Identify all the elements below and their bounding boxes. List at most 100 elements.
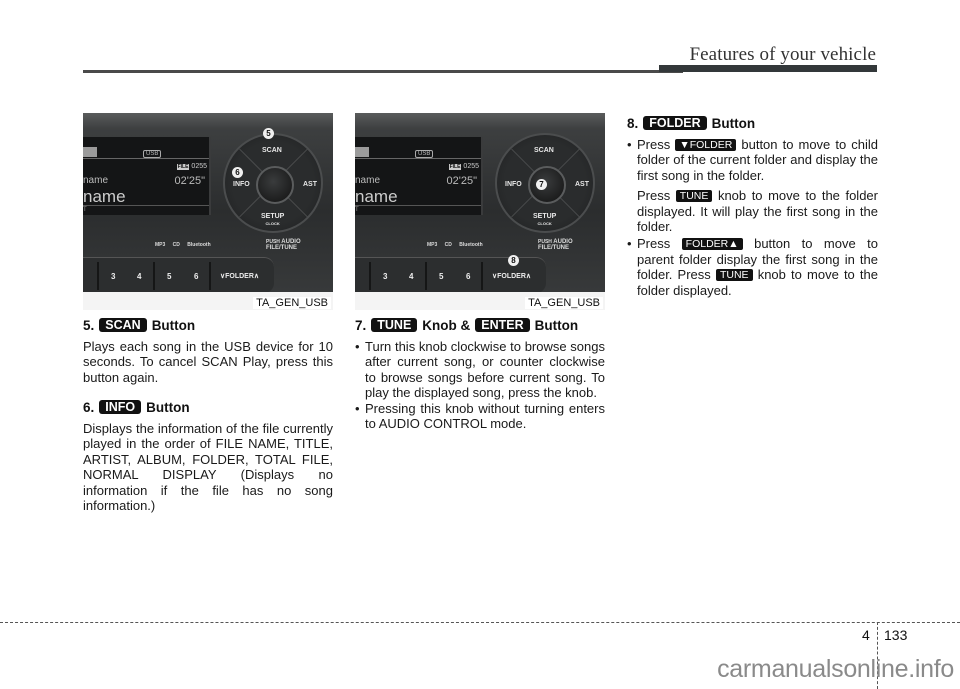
clock-text: CLOCK [537, 221, 552, 226]
bluetooth-logo: Bluetooth [459, 242, 483, 248]
preset-4: 4 [409, 272, 414, 281]
section-number: 7. [355, 318, 367, 333]
bullet-item: Press FOLDER▲ button to move to parent f… [627, 236, 878, 298]
heading-suffix: Button [151, 318, 196, 333]
format-logos: MP3 CD Bluetooth [427, 242, 489, 248]
bullet-item: Pressing this knob without turning enter… [355, 401, 605, 432]
text: Press [637, 236, 671, 252]
display-line-2: name [83, 187, 126, 206]
radio-display: USB FILE 0255 name 02'25" name T [83, 137, 211, 215]
callout-5: 5 [263, 128, 274, 139]
preset-4: 4 [137, 272, 142, 281]
folder-tag: FOLDER [643, 116, 707, 130]
display-time: 02'25" [446, 175, 477, 187]
heading-suffix: Button [534, 318, 579, 333]
bullet-continuation: Press TUNE knob to move to the folder di… [627, 188, 878, 234]
chapter-number: 4 [862, 627, 870, 643]
text: Press [637, 137, 671, 152]
section-7-body: Turn this knob clockwise to browse songs… [355, 339, 605, 431]
format-logos: MP3 CD Bluetooth [155, 242, 217, 248]
section-6-heading: 6. INFO Button [83, 400, 190, 415]
folder-button-label: ∨FOLDER∧ [220, 273, 260, 280]
file-number: 0255 [191, 163, 207, 170]
display-usb-badge: USB [415, 150, 434, 158]
section-number: 8. [627, 116, 639, 131]
tune-knob [256, 166, 294, 204]
file-badge: FILE [176, 164, 190, 170]
preset-5: 5 [167, 272, 172, 281]
setup-text: SETUP [533, 213, 557, 220]
display-divider [355, 158, 481, 159]
header-rule [83, 70, 683, 73]
info-tag: INFO [99, 400, 142, 414]
mp3-logo: MP3 [155, 242, 166, 248]
setup-label: SETUP CLOCK [533, 213, 556, 227]
clock-text: CLOCK [265, 221, 280, 226]
folder-down-tag: ▼FOLDER [675, 139, 737, 151]
display-time: 02'25" [174, 175, 205, 187]
preset-button-row: 3 4 5 6 ∨FOLDER∧ [83, 257, 274, 293]
section-5-body: Plays each song in the USB device for 10… [83, 339, 333, 385]
file-tune-text: FILE/TUNE [266, 245, 297, 251]
button-divider [153, 262, 155, 290]
radio-figure-2: USB FILE 0255 name 02'25" name T SCAN INF… [355, 113, 605, 310]
text: button to move to child folder of the cu… [637, 137, 878, 183]
info-label: INFO [505, 181, 522, 188]
button-divider [481, 262, 483, 290]
file-number: 0255 [463, 163, 479, 170]
preset-3: 3 [383, 272, 388, 281]
radio-display: USB FILE 0255 name 02'25" name T [355, 137, 483, 215]
display-line-1: name [355, 175, 381, 186]
display-tab [355, 147, 369, 157]
display-divider [83, 205, 209, 206]
setup-text: SETUP [261, 213, 285, 220]
radio-figure-1: USB FILE 0255 name 02'25" name T SCAN INF… [83, 113, 333, 310]
watermark: carmanualsonline.info [717, 655, 954, 683]
folder-up-tag: FOLDER▲ [681, 238, 743, 251]
preset-3: 3 [111, 272, 116, 281]
button-divider [425, 262, 427, 290]
display-divider [83, 158, 209, 159]
bullet-item: Press ▼FOLDER button to move to child fo… [627, 137, 878, 183]
display-file-number: FILE 0255 [448, 163, 479, 170]
control-ring: SCAN INFO AST SETUP CLOCK [223, 133, 323, 233]
preset-6: 6 [194, 272, 199, 281]
file-badge: FILE [448, 164, 462, 170]
tune-tag: TUNE [371, 318, 418, 332]
section-number: 5. [83, 318, 95, 333]
cd-logo: CD [172, 242, 180, 248]
button-divider [97, 262, 99, 290]
display-line-3: T [83, 207, 87, 213]
text: knob to move to the folder displayed. It… [637, 188, 878, 235]
button-divider [209, 262, 211, 290]
scan-label: SCAN [534, 147, 554, 154]
ast-label: AST [303, 181, 317, 188]
display-file-number: FILE 0255 [176, 163, 207, 170]
preset-5: 5 [439, 272, 444, 281]
display-line-2: name [355, 187, 398, 206]
tune-tag-small: TUNE [675, 190, 713, 203]
header-accent-bar [659, 65, 877, 72]
push-audio-label: PUSH AUDIO FILE/TUNE [266, 239, 301, 251]
text: Press [637, 188, 671, 204]
folder-button-label: ∨FOLDER∧ [492, 273, 532, 280]
heading-middle: Knob & [422, 318, 471, 333]
section-8-body: Press ▼FOLDER button to move to child fo… [627, 137, 878, 298]
bluetooth-logo: Bluetooth [187, 242, 211, 248]
page-number: 133 [884, 627, 908, 643]
callout-8: 8 [508, 255, 519, 266]
figure-caption: TA_GEN_USB [525, 297, 603, 309]
section-6-body: Displays the information of the file cur… [83, 421, 333, 514]
display-usb-badge: USB [143, 150, 162, 158]
bullet-item: Turn this knob clockwise to browse songs… [355, 339, 605, 401]
section-8-heading: 8. FOLDER Button [627, 116, 755, 131]
callout-6: 6 [232, 167, 243, 178]
display-line-1: name [83, 175, 109, 186]
heading-suffix: Button [146, 400, 190, 415]
section-number: 6. [83, 400, 95, 415]
enter-tag: ENTER [475, 318, 530, 332]
mp3-logo: MP3 [427, 242, 438, 248]
section-7-heading: 7. TUNE Knob & ENTER Button [355, 318, 578, 333]
section-5-heading: 5. SCAN Button [83, 318, 195, 333]
display-divider [355, 205, 481, 206]
